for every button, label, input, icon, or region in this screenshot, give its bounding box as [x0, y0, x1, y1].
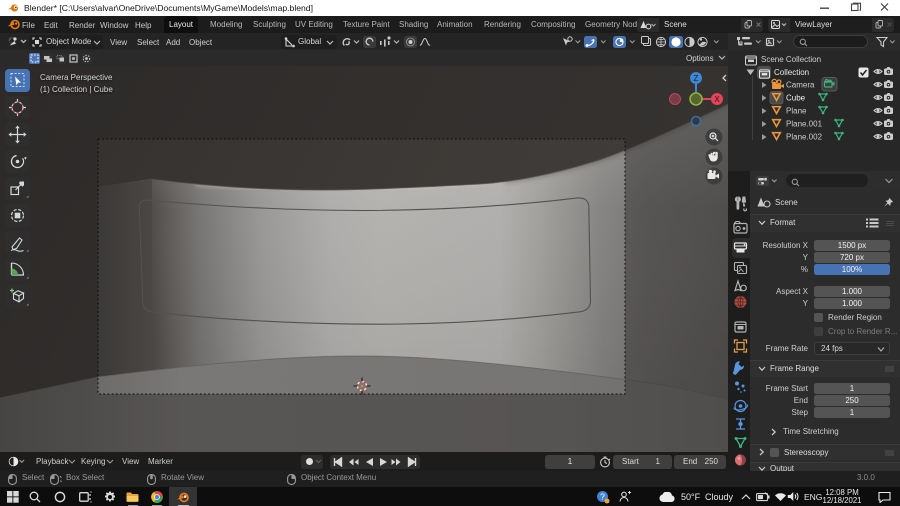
svg-text:Plane: Plane	[786, 107, 807, 116]
svg-text:Z: Z	[694, 74, 699, 83]
svg-text:Plane.002: Plane.002	[786, 133, 823, 142]
svg-text:Camera: Camera	[786, 81, 815, 90]
svg-text:?: ?	[600, 492, 605, 502]
svg-text:Plane.001: Plane.001	[786, 120, 823, 129]
svg-text:Cube: Cube	[786, 94, 806, 103]
svg-text:X: X	[714, 95, 720, 104]
